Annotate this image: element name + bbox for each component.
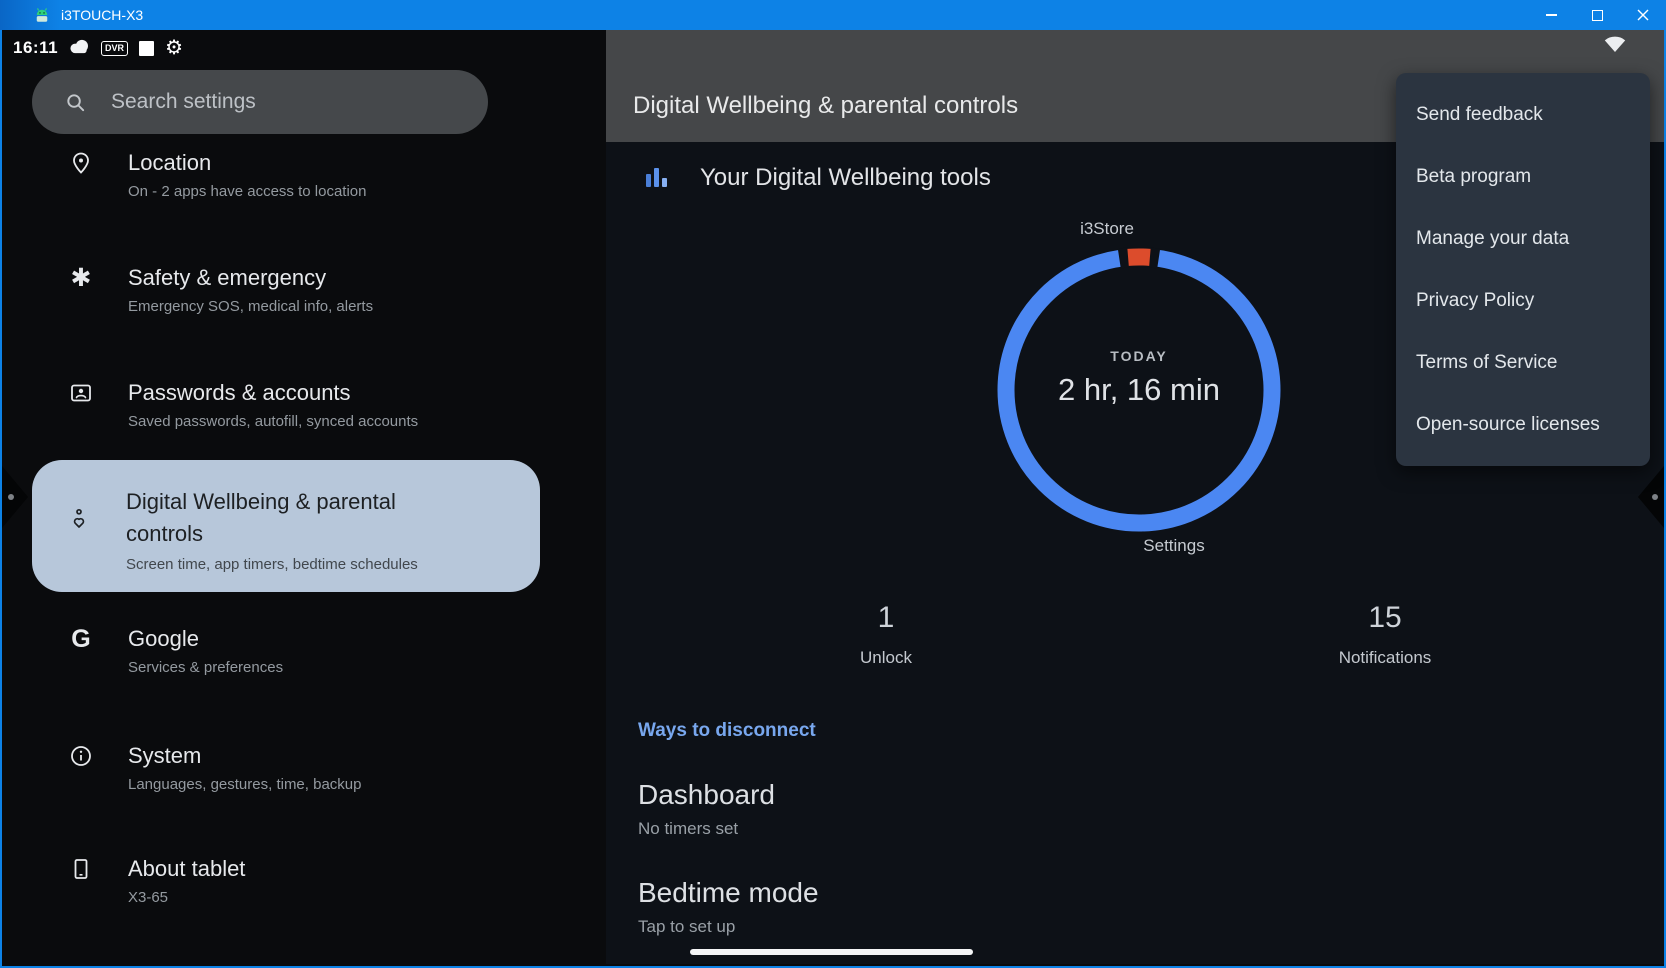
sidebar-item-title: Location <box>128 148 540 178</box>
sidebar-item-about-tablet[interactable]: About tablet X3-65 <box>34 854 540 909</box>
status-bar: 16:11 DVR ⚙ <box>13 30 183 66</box>
list-item-title: Dashboard <box>638 778 1598 812</box>
page-title: Digital Wellbeing & parental controls <box>633 90 1018 122</box>
stat-unlock[interactable]: 1 Unlock <box>786 600 986 669</box>
sidebar-item-subtitle: Emergency SOS, medical info, alerts <box>128 296 540 318</box>
menu-item-beta-program[interactable]: Beta program <box>1396 146 1650 208</box>
dvr-icon: DVR <box>101 41 128 56</box>
close-button[interactable] <box>1620 0 1666 30</box>
overflow-menu: Send feedback Beta program Manage your d… <box>1396 73 1650 466</box>
screenshare-square-icon <box>139 41 154 56</box>
list-item-subtitle: No timers set <box>638 818 1598 840</box>
stat-value: 15 <box>1285 600 1485 636</box>
window-title: i3TOUCH-X3 <box>61 7 143 23</box>
location-pin-icon <box>68 150 94 176</box>
info-icon <box>68 743 94 769</box>
close-icon <box>1637 9 1649 21</box>
tablet-icon <box>68 856 94 882</box>
window-titlebar[interactable]: i3TOUCH-X3 <box>0 0 1666 30</box>
stat-label: Unlock <box>786 647 986 669</box>
sidebar-item-title: System <box>128 741 540 771</box>
section-title: Your Digital Wellbeing tools <box>700 162 991 194</box>
sidebar-item-subtitle: Screen time, app timers, bedtime schedul… <box>126 554 540 576</box>
contact-card-icon <box>68 380 94 406</box>
stat-value: 1 <box>786 600 986 636</box>
stat-notifications[interactable]: 15 Notifications <box>1285 600 1485 669</box>
list-item-subtitle: Tap to set up <box>638 916 1598 938</box>
sidebar-item-subtitle: Services & preferences <box>128 657 540 679</box>
left-edge-panel-handle[interactable] <box>2 466 28 528</box>
sidebar-item-subtitle: On - 2 apps have access to location <box>128 181 540 203</box>
gear-icon: ⚙ <box>165 38 183 58</box>
menu-item-manage-your-data[interactable]: Manage your data <box>1396 208 1650 270</box>
sidebar-item-title: About tablet <box>128 854 540 884</box>
sidebar-item-system[interactable]: System Languages, gestures, time, backup <box>34 741 540 796</box>
menu-item-terms-of-service[interactable]: Terms of Service <box>1396 332 1650 394</box>
android-app-icon <box>33 6 51 24</box>
sidebar-item-title: Google <box>128 624 540 654</box>
search-input[interactable]: Search settings <box>32 70 488 134</box>
menu-item-open-source-licenses[interactable]: Open-source licenses <box>1396 394 1650 456</box>
menu-item-send-feedback[interactable]: Send feedback <box>1396 84 1650 146</box>
minimize-button[interactable] <box>1528 0 1574 30</box>
donut-center-value: 2 hr, 16 min <box>989 372 1289 408</box>
cloud-icon <box>69 38 90 59</box>
settings-sidebar: 16:11 DVR ⚙ Sear <box>2 30 606 964</box>
sidebar-item-passwords-accounts[interactable]: Passwords & accounts Saved passwords, au… <box>34 378 540 433</box>
android-screen: 16:11 DVR ⚙ Sear <box>0 30 1666 968</box>
sidebar-item-title: Digital Wellbeing & parental controls <box>126 486 456 550</box>
sidebar-item-digital-wellbeing[interactable]: Digital Wellbeing & parental controls Sc… <box>32 460 540 592</box>
search-icon <box>64 91 87 114</box>
sidebar-item-subtitle: Saved passwords, autofill, synced accoun… <box>128 411 540 433</box>
horizontal-scrollbar-thumb[interactable] <box>690 949 973 955</box>
list-item-title: Bedtime mode <box>638 876 1598 910</box>
donut-label-i3store: i3Store <box>1041 218 1173 240</box>
donut-label-settings: Settings <box>1104 535 1244 557</box>
emergency-asterisk-icon: ✱ <box>68 265 94 291</box>
stat-label: Notifications <box>1285 647 1485 669</box>
donut-center-caption: TODAY <box>1039 348 1239 364</box>
sidebar-item-subtitle: X3-65 <box>128 887 540 909</box>
wifi-icon <box>1603 36 1627 59</box>
maximize-icon <box>1592 10 1603 21</box>
menu-item-privacy-policy[interactable]: Privacy Policy <box>1396 270 1650 332</box>
bar-chart-icon <box>646 165 670 191</box>
sidebar-item-title: Passwords & accounts <box>128 378 540 408</box>
handle-dot <box>8 494 14 500</box>
sidebar-item-title: Safety & emergency <box>128 263 540 293</box>
app-window: i3TOUCH-X3 16:11 <box>0 0 1666 968</box>
status-clock: 16:11 <box>13 38 58 58</box>
handle-dot <box>1652 494 1658 500</box>
sidebar-item-location[interactable]: Location On - 2 apps have access to loca… <box>34 148 540 203</box>
list-item-bedtime-mode[interactable]: Bedtime mode Tap to set up <box>638 876 1598 938</box>
sidebar-item-google[interactable]: G Google Services & preferences <box>34 624 540 679</box>
google-g-icon: G <box>68 626 94 652</box>
right-edge-panel-handle[interactable] <box>1638 466 1664 528</box>
maximize-button[interactable] <box>1574 0 1620 30</box>
sidebar-item-subtitle: Languages, gestures, time, backup <box>128 774 540 796</box>
search-placeholder: Search settings <box>111 90 256 114</box>
wellbeing-heart-icon <box>66 506 92 532</box>
minimize-icon <box>1546 14 1557 16</box>
ways-to-disconnect-heading: Ways to disconnect <box>638 720 816 742</box>
sidebar-item-safety-emergency[interactable]: ✱ Safety & emergency Emergency SOS, medi… <box>34 263 540 318</box>
list-item-dashboard[interactable]: Dashboard No timers set <box>638 778 1598 840</box>
